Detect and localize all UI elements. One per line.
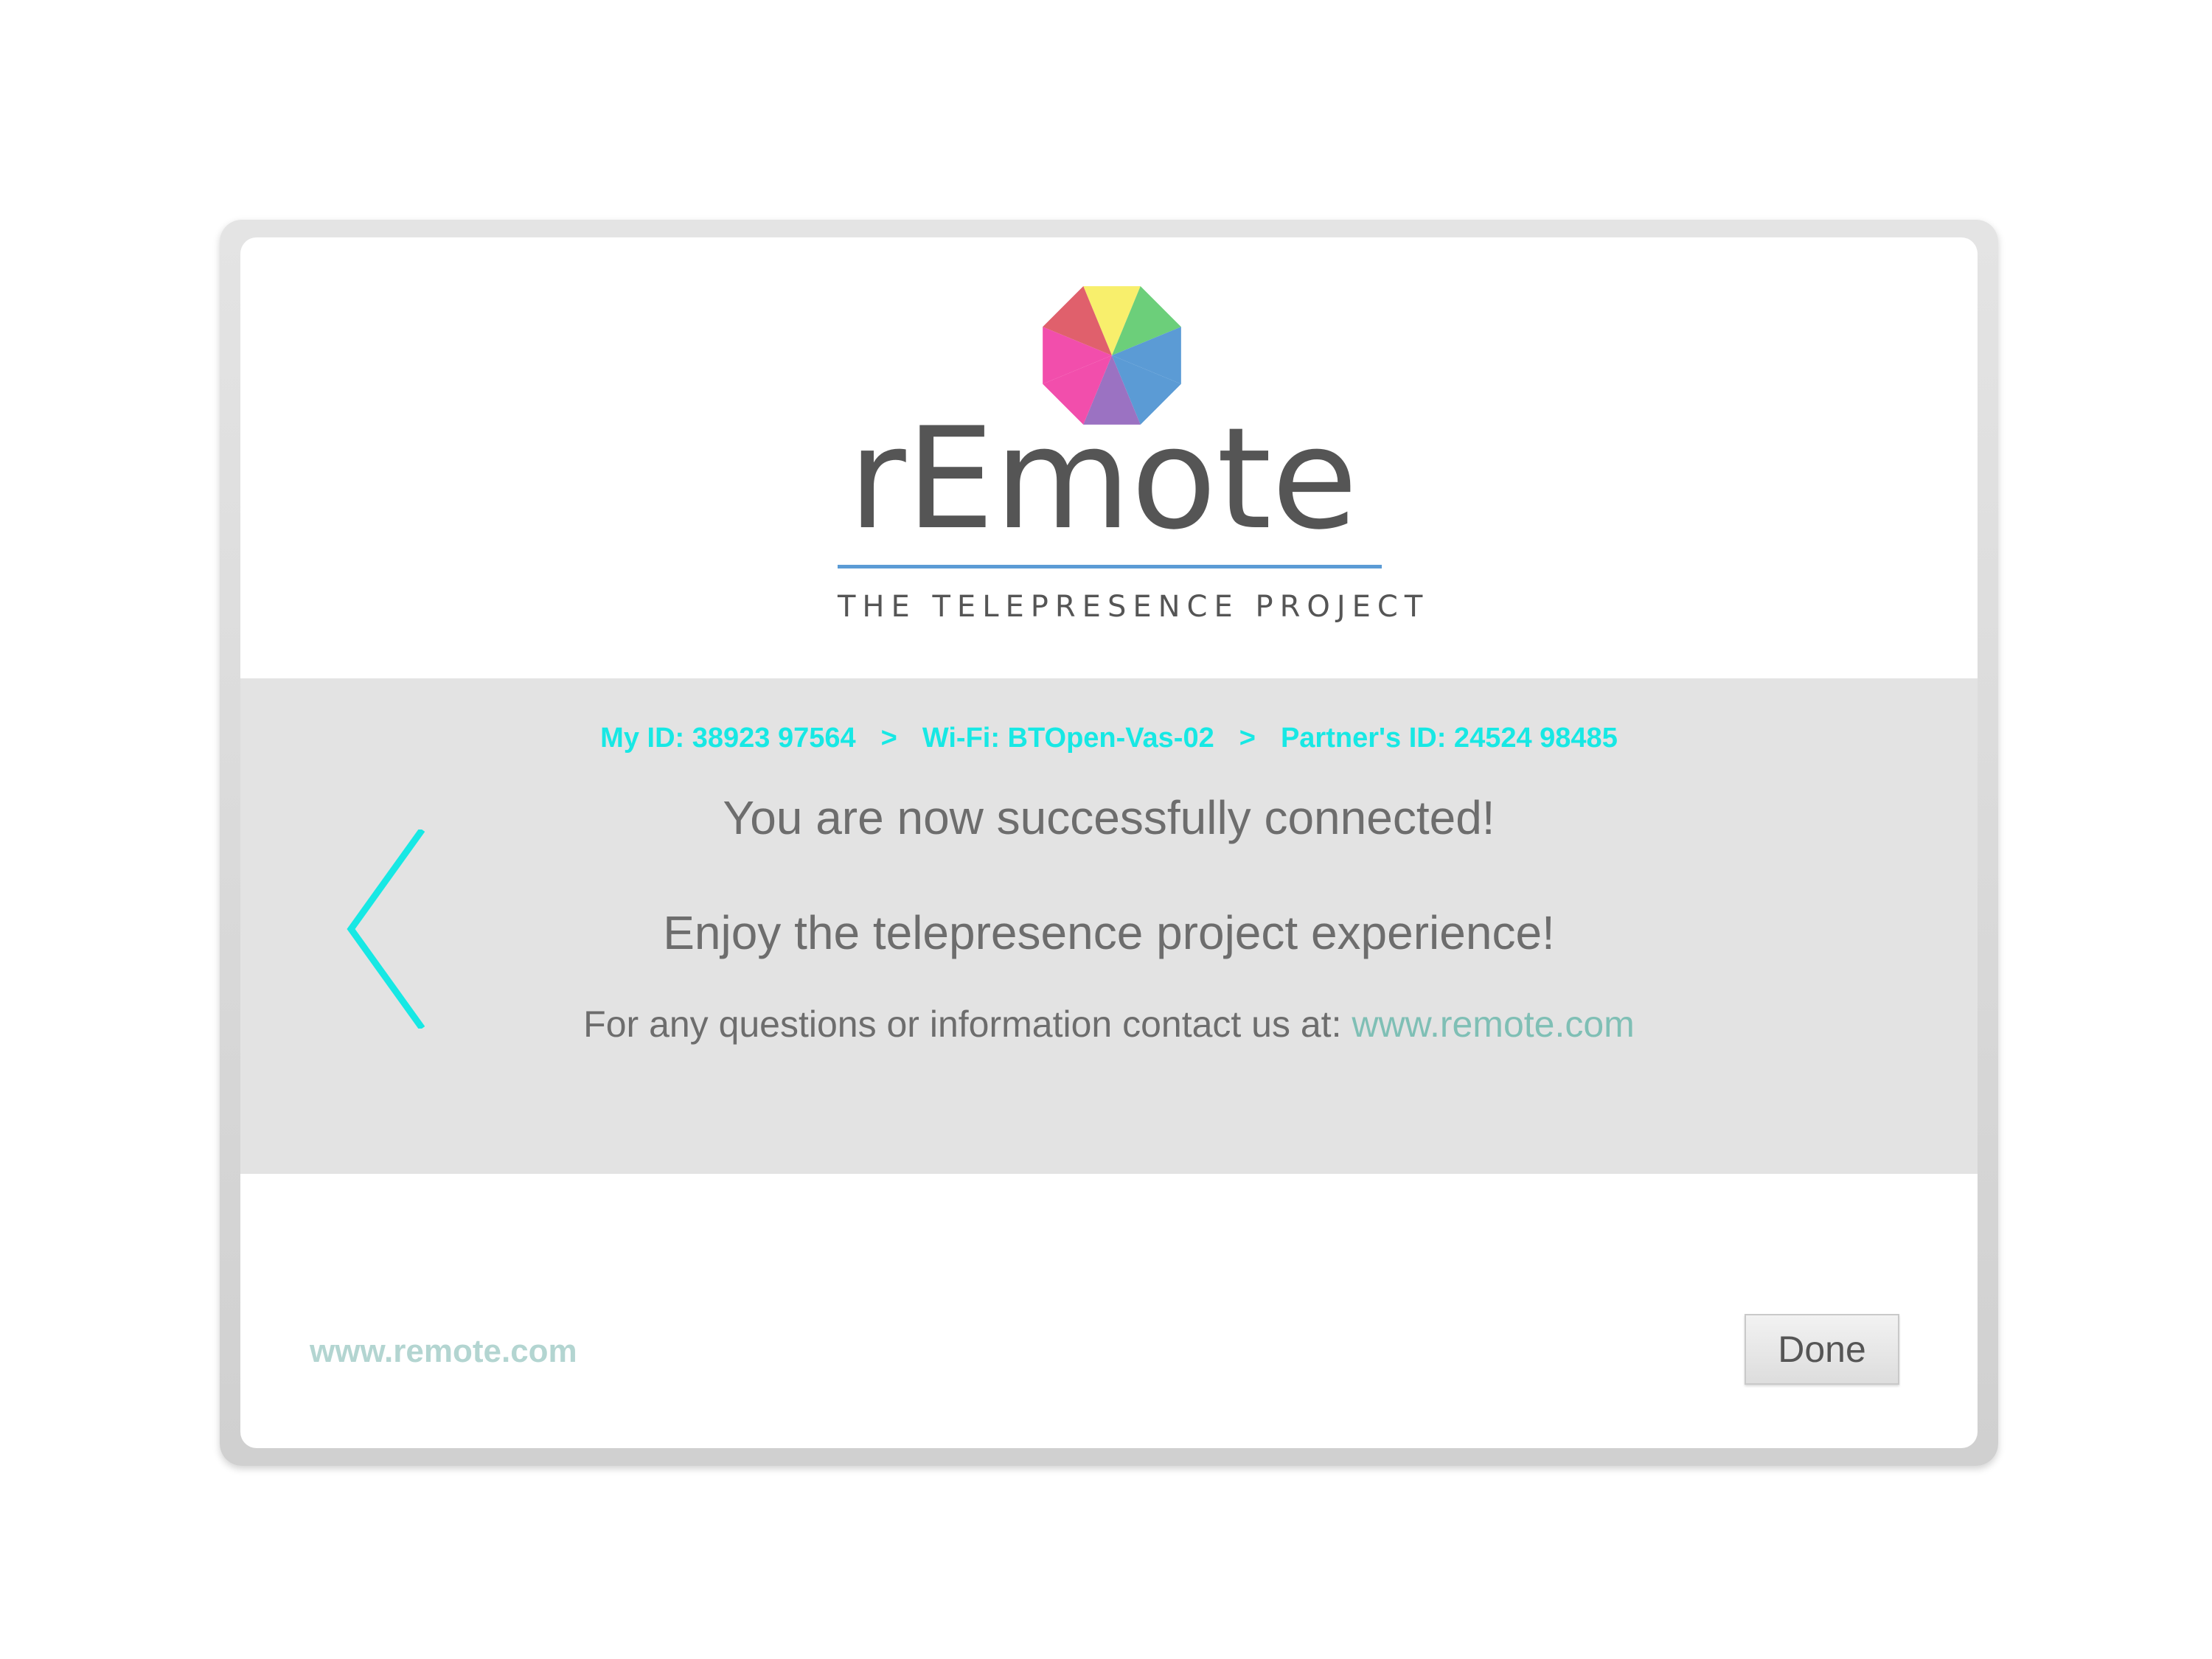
breadcrumb-separator: > bbox=[880, 723, 897, 754]
contact-prefix: For any questions or information contact… bbox=[583, 1004, 1342, 1045]
breadcrumb-separator: > bbox=[1239, 723, 1256, 754]
logo-area: rEmote THE TELEPRESENCE PROJECT bbox=[240, 237, 1978, 678]
my-id-label: My ID: 38923 97564 bbox=[600, 723, 856, 754]
enjoy-message: Enjoy the telepresence project experienc… bbox=[663, 906, 1555, 959]
svg-text:rEmote: rEmote bbox=[849, 418, 1358, 551]
dialog-frame: rEmote THE TELEPRESENCE PROJECT My ID: 3… bbox=[220, 220, 1998, 1466]
connection-breadcrumb: My ID: 38923 97564 > Wi-Fi: BTOpen-Vas-02 >… bbox=[240, 723, 1978, 754]
connection-dialog: rEmote THE TELEPRESENCE PROJECT My ID: 3… bbox=[240, 237, 1978, 1448]
footer-website-link[interactable]: www.remote.com bbox=[310, 1333, 577, 1370]
done-button[interactable]: Done bbox=[1745, 1314, 1899, 1385]
partner-id-label: Partner's ID: 24524 98485 bbox=[1280, 723, 1618, 754]
wifi-label: Wi-Fi: BTOpen-Vas-02 bbox=[922, 723, 1214, 754]
logo-tagline: THE TELEPRESENCE PROJECT bbox=[838, 590, 1430, 624]
contact-message: For any questions or information contact… bbox=[240, 1003, 1978, 1046]
contact-link[interactable]: www.remote.com bbox=[1352, 1004, 1634, 1045]
connected-message: You are now successfully connected! bbox=[723, 791, 1495, 844]
remote-logo-icon bbox=[1043, 286, 1181, 425]
connection-info-panel: My ID: 38923 97564 > Wi-Fi: BTOpen-Vas-02 >… bbox=[240, 678, 1978, 1174]
remote-wordmark: rEmote bbox=[849, 418, 1358, 551]
logo-underline bbox=[838, 565, 1382, 568]
